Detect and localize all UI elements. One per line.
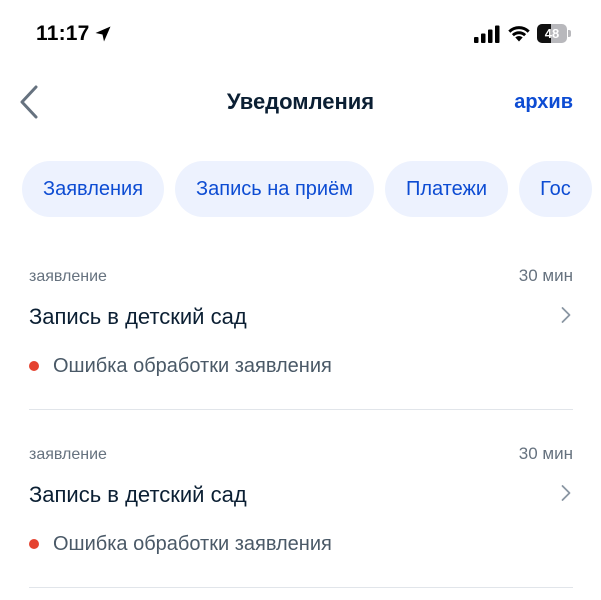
- battery-indicator: 48: [537, 24, 571, 43]
- error-dot-icon: [29, 539, 39, 549]
- chevron-right-icon: [561, 485, 571, 501]
- notification-title: Запись в детский сад: [29, 304, 247, 329]
- notifications-screen: 11:17 48 Уведомления архив Заявления Зап…: [0, 0, 601, 600]
- chevron-right-icon: [561, 307, 571, 323]
- filter-chip-gos[interactable]: Гос: [519, 161, 592, 217]
- wifi-icon: [508, 26, 530, 42]
- page-title: Уведомления: [226, 89, 375, 114]
- filter-chip-appointment[interactable]: Запись на приём: [175, 161, 374, 217]
- notification-category: заявление: [29, 446, 107, 463]
- filter-chip-applications[interactable]: Заявления: [22, 161, 165, 217]
- cellular-signal-icon: [474, 25, 500, 43]
- battery-body: 48: [537, 24, 567, 43]
- nav-header: Уведомления архив: [0, 78, 601, 126]
- notification-status-text: Ошибка обработки заявления: [53, 533, 332, 555]
- notification-item[interactable]: заявление 30 мин Запись в детский сад Ош…: [29, 440, 573, 600]
- notification-category: заявление: [29, 268, 107, 285]
- status-bar: 11:17 48: [0, 0, 601, 66]
- divider: [29, 409, 573, 410]
- notification-item[interactable]: заявление 30 мин Запись в детский сад Ош…: [29, 262, 573, 440]
- error-dot-icon: [29, 361, 39, 371]
- battery-level: 48: [544, 26, 560, 41]
- filter-chip-payments[interactable]: Платежи: [384, 161, 509, 217]
- notification-list: заявление 30 мин Запись в детский сад Ош…: [29, 262, 573, 600]
- location-arrow-icon: [95, 26, 111, 42]
- filter-chips: Заявления Запись на приём Платежи Гос: [22, 161, 601, 217]
- battery-tip: [568, 30, 571, 37]
- notification-time: 30 мин: [518, 266, 573, 285]
- notification-title: Запись в детский сад: [29, 482, 247, 507]
- status-time: 11:17: [36, 22, 90, 45]
- notification-time: 30 мин: [518, 444, 573, 463]
- archive-link[interactable]: архив: [514, 91, 573, 114]
- divider: [29, 587, 573, 588]
- notification-status-text: Ошибка обработки заявления: [53, 355, 332, 377]
